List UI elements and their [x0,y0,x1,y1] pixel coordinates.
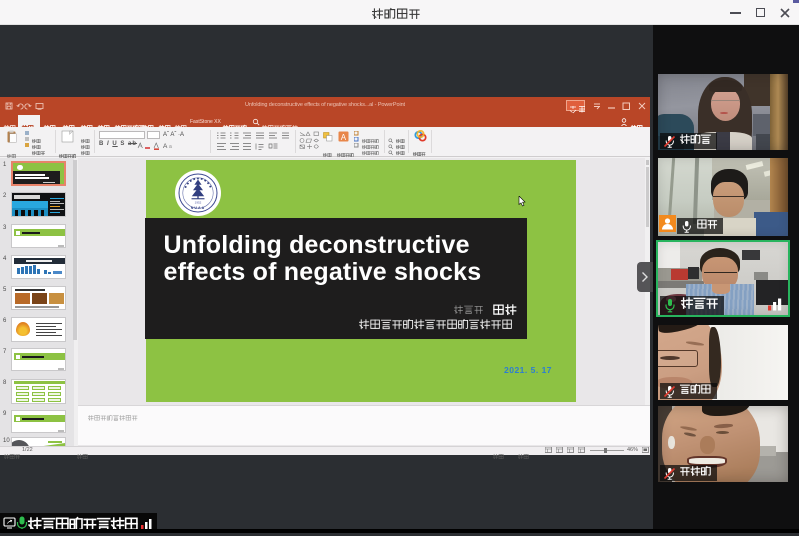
svg-text:A: A [163,143,168,150]
svg-text:NUAA: NUAA [191,206,205,210]
svg-text:a: a [169,144,172,150]
svg-text:1952: 1952 [195,201,202,205]
svg-text:A: A [341,133,347,142]
